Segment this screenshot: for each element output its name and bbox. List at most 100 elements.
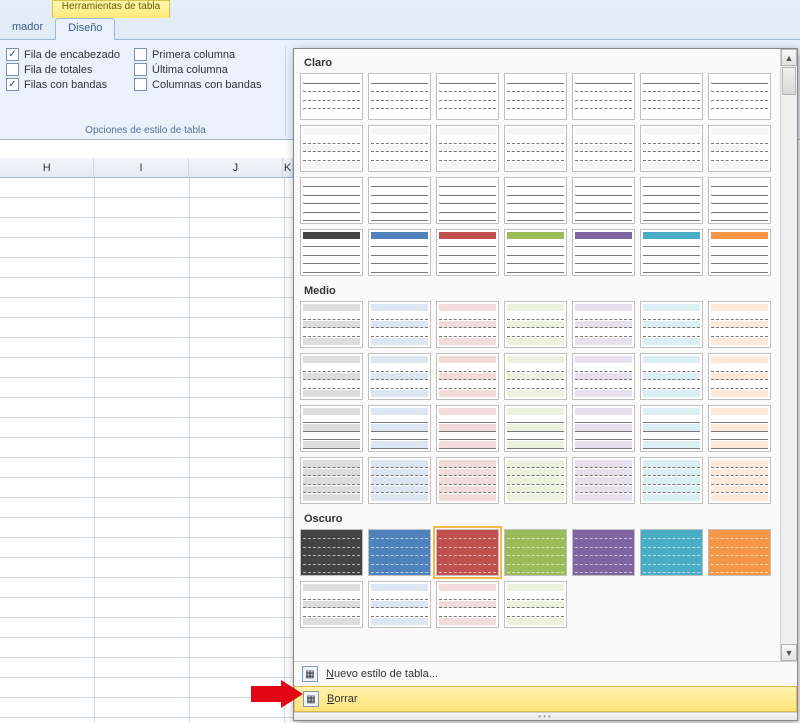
table-style-thumbnail[interactable] [572,301,635,348]
table-style-thumbnail[interactable] [300,301,363,348]
table-style-thumbnail[interactable] [640,177,703,224]
table-style-thumbnail[interactable] [708,529,771,576]
table-style-thumbnail[interactable] [640,457,703,504]
cell-area[interactable] [0,178,293,723]
menu-clear-table-style[interactable]: ▦ Borrar [294,686,797,712]
table-style-thumbnail[interactable] [300,457,363,504]
table-style-thumbnail[interactable] [368,405,431,452]
table-style-thumbnail[interactable] [300,581,363,628]
table-style-thumbnail[interactable] [436,353,499,400]
gallery-menu: ▦ Nuevo estilo de tabla... ▦ Borrar [294,661,797,712]
table-style-thumbnail[interactable] [504,353,567,400]
column-headers: H I J K [0,158,293,178]
table-style-thumbnail[interactable] [368,301,431,348]
table-style-thumbnail[interactable] [504,73,567,120]
scroll-down-icon[interactable]: ▼ [781,644,797,661]
checkbox-banded-columns[interactable]: Columnas con bandas [134,78,261,91]
table-style-thumbnail[interactable] [368,125,431,172]
table-style-thumbnail[interactable] [436,73,499,120]
table-style-thumbnail[interactable] [436,229,499,276]
table-style-thumbnail[interactable] [640,529,703,576]
table-style-thumbnail[interactable] [572,73,635,120]
table-style-thumbnail[interactable] [572,125,635,172]
spreadsheet-grid[interactable]: H I J K [0,158,293,723]
menu-label: Nuevo estilo de tabla... [326,668,438,680]
table-style-thumbnail[interactable] [504,457,567,504]
table-style-thumbnail[interactable] [504,529,567,576]
table-style-thumbnail[interactable] [300,125,363,172]
scroll-up-icon[interactable]: ▲ [781,49,797,66]
table-style-thumbnail[interactable] [640,301,703,348]
menu-new-table-style[interactable]: ▦ Nuevo estilo de tabla... [294,662,797,686]
table-style-thumbnail[interactable] [436,405,499,452]
table-style-thumbnail[interactable] [368,529,431,576]
ribbon-group-title: Opciones de estilo de tabla [6,125,285,136]
ribbon-tab-bar: mador Diseño [0,18,800,40]
table-style-thumbnail[interactable] [300,73,363,120]
column-header[interactable]: K [283,158,293,178]
table-style-thumbnail[interactable] [572,457,635,504]
table-style-thumbnail[interactable] [368,229,431,276]
table-style-thumbnail[interactable] [504,177,567,224]
gallery-resize-handle[interactable]: ••• [294,712,797,720]
contextual-tab-group: Herramientas de tabla [52,0,170,18]
table-style-thumbnail[interactable] [572,229,635,276]
column-header[interactable]: H [0,158,94,178]
table-style-thumbnail[interactable] [708,301,771,348]
table-style-thumbnail[interactable] [708,405,771,452]
checkbox-icon [134,78,147,91]
table-style-thumbnail[interactable] [368,353,431,400]
table-style-thumbnail[interactable] [436,125,499,172]
table-style-thumbnail[interactable] [572,529,635,576]
checkbox-label: Última columna [152,64,228,76]
table-style-thumbnail[interactable] [436,301,499,348]
table-style-thumbnail[interactable] [436,529,499,576]
column-header[interactable]: J [189,158,283,178]
checkbox-total-row[interactable]: Fila de totales [6,63,120,76]
table-style-thumbnail[interactable] [368,457,431,504]
table-style-thumbnail[interactable] [368,177,431,224]
table-style-thumbnail[interactable] [504,405,567,452]
table-style-thumbnail[interactable] [368,73,431,120]
table-style-thumbnail[interactable] [708,73,771,120]
table-style-gallery: Claro Medio Oscuro ▲ ▼ ▦ Nuevo estilo de… [293,48,798,721]
table-style-thumbnail[interactable] [436,581,499,628]
table-style-thumbnail[interactable] [300,405,363,452]
checkbox-last-column[interactable]: Última columna [134,63,261,76]
table-style-thumbnail[interactable] [640,73,703,120]
table-style-thumbnail[interactable] [300,229,363,276]
table-style-thumbnail[interactable] [300,353,363,400]
table-style-thumbnail[interactable] [572,405,635,452]
table-style-thumbnail[interactable] [504,229,567,276]
ribbon-tab-left[interactable]: mador [0,18,55,39]
table-style-thumbnail[interactable] [640,229,703,276]
checkbox-icon [6,48,19,61]
table-style-thumbnail[interactable] [708,125,771,172]
table-style-thumbnail[interactable] [436,177,499,224]
table-style-thumbnail[interactable] [300,529,363,576]
table-style-thumbnail[interactable] [640,405,703,452]
checkbox-first-column[interactable]: Primera columna [134,48,261,61]
table-style-thumbnail[interactable] [572,177,635,224]
clear-style-icon: ▦ [303,691,319,707]
table-style-thumbnail[interactable] [300,177,363,224]
gallery-scrollbar[interactable]: ▲ ▼ [780,49,797,661]
table-style-thumbnail[interactable] [708,353,771,400]
table-style-thumbnail[interactable] [708,457,771,504]
column-header[interactable]: I [94,158,188,178]
table-style-thumbnail[interactable] [640,125,703,172]
table-style-thumbnail[interactable] [436,457,499,504]
table-style-thumbnail[interactable] [368,581,431,628]
checkbox-banded-rows[interactable]: Filas con bandas [6,78,120,91]
table-style-thumbnail[interactable] [708,177,771,224]
table-style-thumbnail[interactable] [504,125,567,172]
ribbon-tab-design[interactable]: Diseño [55,18,115,40]
table-style-thumbnail[interactable] [708,229,771,276]
checkbox-header-row[interactable]: Fila de encabezado [6,48,120,61]
table-style-thumbnail[interactable] [572,353,635,400]
scroll-thumb[interactable] [782,67,796,95]
table-style-thumbnail[interactable] [504,301,567,348]
table-style-thumbnail[interactable] [640,353,703,400]
table-style-thumbnail[interactable] [504,581,567,628]
table-style-icon: ▦ [302,666,318,682]
